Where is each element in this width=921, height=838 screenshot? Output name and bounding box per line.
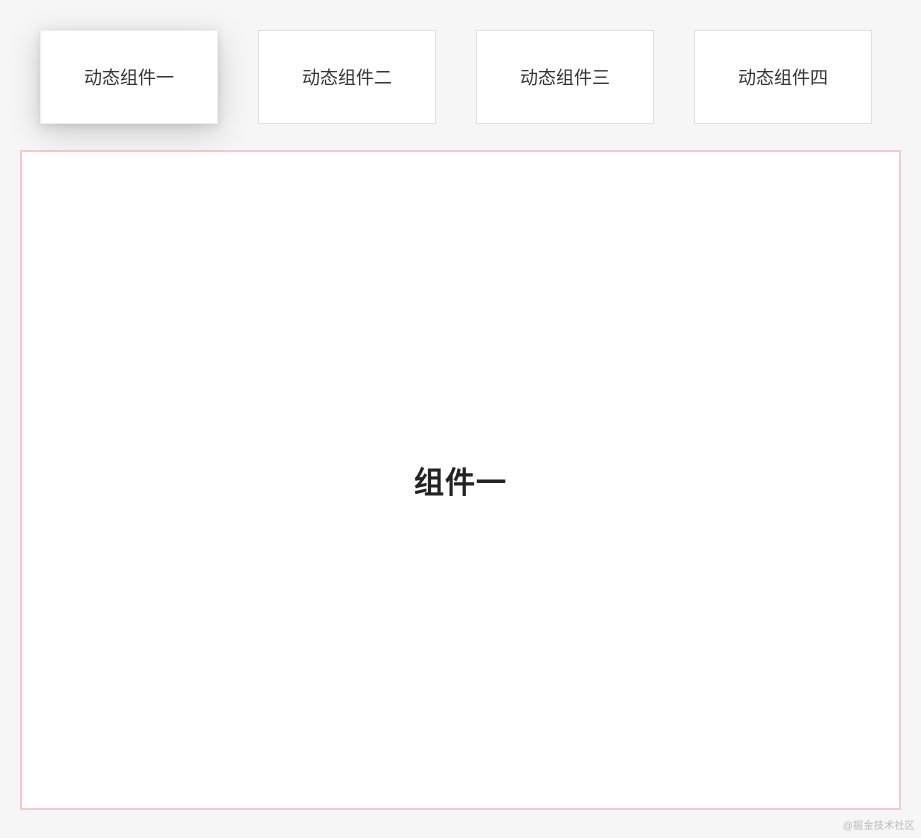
tab-label: 动态组件二 bbox=[302, 64, 392, 90]
tab-bar: 动态组件一 动态组件二 动态组件三 动态组件四 bbox=[0, 0, 921, 144]
tab-component-3[interactable]: 动态组件三 bbox=[476, 30, 654, 124]
tab-component-2[interactable]: 动态组件二 bbox=[258, 30, 436, 124]
tab-component-4[interactable]: 动态组件四 bbox=[694, 30, 872, 124]
watermark: @掘金技术社区 bbox=[843, 817, 915, 832]
tab-component-1[interactable]: 动态组件一 bbox=[40, 30, 218, 124]
tab-label: 动态组件三 bbox=[520, 64, 610, 90]
content-title: 组件一 bbox=[414, 458, 507, 502]
tab-label: 动态组件一 bbox=[84, 64, 174, 90]
tab-label: 动态组件四 bbox=[738, 64, 828, 90]
content-panel: 组件一 bbox=[20, 150, 901, 810]
